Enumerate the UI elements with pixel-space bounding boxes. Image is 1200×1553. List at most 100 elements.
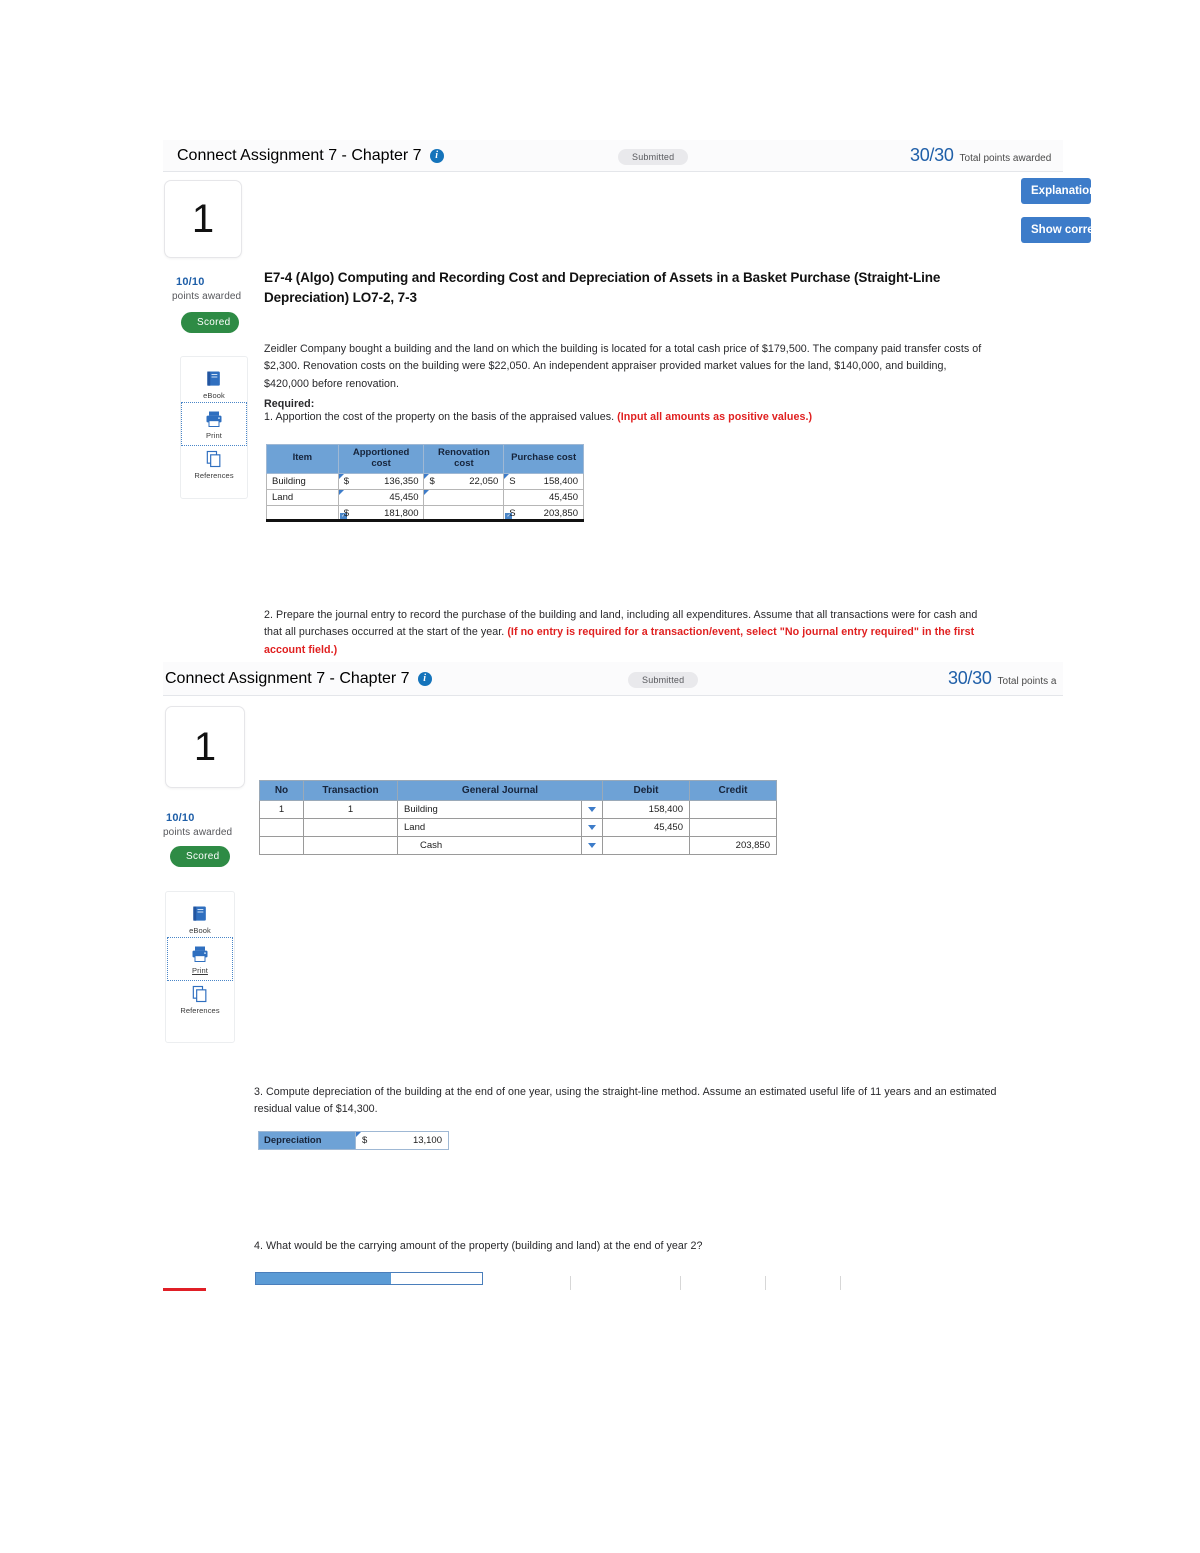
explanation-button[interactable]: Explanation — [1021, 178, 1091, 204]
tool-rail-2: eBook Print References — [165, 891, 235, 1043]
ebook-label-1: eBook — [203, 391, 225, 400]
apportionment-table: Item Apportioned cost Renovation cost Pu… — [266, 444, 584, 522]
table-row: 1 1 Building 158,400 — [259, 800, 777, 819]
total-points-value: 30/30 — [910, 145, 954, 165]
references-tool-1[interactable]: References — [183, 444, 245, 484]
jr0-account-dropdown[interactable] — [581, 800, 603, 819]
col-transaction: Transaction — [303, 780, 398, 801]
row0-item: Building — [266, 472, 339, 490]
points-awarded-value-2: 10/10 — [166, 812, 195, 824]
apportionment-table-bottom-rule — [266, 519, 584, 522]
total-apportioned-symbol: $ — [343, 507, 349, 519]
question-number-2: 1 — [193, 724, 217, 769]
jr2-credit[interactable]: 203,850 — [689, 836, 777, 855]
requirement-1-text: 1. Apportion the cost of the property on… — [264, 409, 986, 426]
faint-gridline — [680, 1276, 681, 1290]
references-icon — [206, 450, 221, 468]
req1-body: 1. Apportion the cost of the property on… — [264, 411, 618, 423]
status-badge: Submitted — [618, 148, 689, 165]
tool-rail-1: eBook Print References — [180, 356, 248, 499]
question-title-1: E7-4 (Algo) Computing and Recording Cost… — [264, 270, 941, 305]
cell-flag-icon — [424, 489, 430, 495]
ebook-icon — [193, 906, 206, 921]
depreciation-input-row: Depreciation $ 13,100 — [258, 1131, 449, 1150]
question-number-card-1: 1 — [164, 180, 242, 258]
assignment-title: Connect Assignment 7 - Chapter 7 — [177, 146, 422, 164]
ebook-icon — [207, 371, 220, 386]
ebook-tool-2[interactable]: eBook — [169, 899, 231, 939]
faint-gridline — [765, 1276, 766, 1290]
jr1-no — [259, 818, 304, 837]
row0-purchase-value: 158,400 — [543, 475, 578, 487]
show-correct-answer-button[interactable]: Show correct — [1021, 217, 1091, 243]
row1-item: Land — [266, 488, 339, 506]
jr1-credit[interactable] — [689, 818, 777, 837]
scenario-text: Zeidler Company bought a building and th… — [264, 343, 982, 390]
depreciation-value-cell[interactable]: $ 13,100 — [356, 1132, 448, 1149]
total-points-label: Total points awarded — [959, 153, 1052, 164]
points-awarded-label-2: points awarded — [163, 827, 233, 838]
cell-flag-icon — [338, 489, 344, 495]
depreciation-value: 13,100 — [412, 1135, 442, 1146]
req1-note: (Input all amounts as positive values.) — [617, 411, 813, 423]
jr2-debit[interactable] — [602, 836, 690, 855]
row1-renovation[interactable] — [423, 488, 505, 506]
journal-entry-table: No Transaction General Journal Debit Cre… — [259, 780, 777, 855]
total-purchase-symbol: S — [509, 507, 516, 519]
info-icon[interactable]: i — [429, 148, 444, 163]
jr1-account-dropdown[interactable] — [581, 818, 603, 837]
row0-apportioned-value: 136,350 — [384, 475, 419, 487]
total-purchase-value: 203,850 — [543, 507, 578, 519]
col-credit: Credit — [689, 780, 777, 801]
table-row: Land 45,450 — [259, 818, 777, 837]
depreciation-symbol: $ — [362, 1135, 368, 1146]
chevron-down-icon — [588, 825, 596, 830]
row0-apportioned[interactable]: $136,350 — [337, 472, 425, 490]
table-row: Cash 203,850 — [259, 836, 777, 855]
page-bottom-rule — [163, 1288, 206, 1291]
scored-badge-1: Scored — [181, 312, 239, 333]
points-awarded-value-1: 10/10 — [176, 276, 205, 288]
col-apportioned-cost: Apportioned cost — [337, 444, 425, 474]
points-awarded-label-1: points awarded — [172, 291, 242, 302]
col-item: Item — [266, 444, 339, 474]
row1-purchase-value: 45,450 — [548, 491, 578, 503]
jr0-credit[interactable] — [689, 800, 777, 819]
row1-apportioned[interactable]: 45,450 — [337, 488, 425, 506]
question-number: 1 — [191, 196, 215, 241]
references-tool-2[interactable]: References — [169, 979, 231, 1019]
row0-renovation-symbol: $ — [429, 475, 435, 487]
row0-renovation-value: 22,050 — [469, 475, 499, 487]
jr0-transaction: 1 — [303, 800, 398, 819]
print-tool-1[interactable]: Print — [181, 402, 247, 446]
jr1-transaction — [303, 818, 398, 837]
row0-purchase: S 158,400 — [503, 472, 584, 490]
jr1-debit[interactable]: 45,450 — [602, 818, 690, 837]
col-general-journal: General Journal — [397, 780, 603, 801]
print-tool-2[interactable]: Print — [167, 937, 233, 981]
depreciation-label: Depreciation — [259, 1132, 356, 1149]
col-debit: Debit — [602, 780, 690, 801]
jr2-no — [259, 836, 304, 855]
table-row: Land 45,450 45,450 — [266, 488, 584, 506]
jr0-debit[interactable]: 158,400 — [602, 800, 690, 819]
info-icon[interactable]: i — [417, 671, 432, 686]
col-purchase-cost: Purchase cost — [503, 444, 584, 474]
printer-icon — [192, 946, 208, 962]
faint-gridline — [840, 1276, 841, 1290]
print-label-2: Print — [192, 966, 208, 975]
ebook-tool-1[interactable]: eBook — [183, 364, 245, 404]
question-number-card-2: 1 — [165, 706, 245, 788]
jr2-account[interactable]: Cash — [397, 836, 582, 855]
row0-renovation[interactable]: $22,050 — [423, 472, 505, 490]
jr2-account-dropdown[interactable] — [581, 836, 603, 855]
faint-gridline — [570, 1276, 571, 1290]
jr0-account[interactable]: Building — [397, 800, 582, 819]
printer-icon — [206, 411, 222, 427]
jr1-account[interactable]: Land — [397, 818, 582, 837]
chevron-down-icon — [588, 807, 596, 812]
cell-flag-icon — [356, 1132, 361, 1137]
references-icon — [192, 985, 207, 1003]
ebook-label-2: eBook — [189, 926, 211, 935]
table-row: Building $136,350 $22,050 S 158,400 — [266, 472, 584, 490]
